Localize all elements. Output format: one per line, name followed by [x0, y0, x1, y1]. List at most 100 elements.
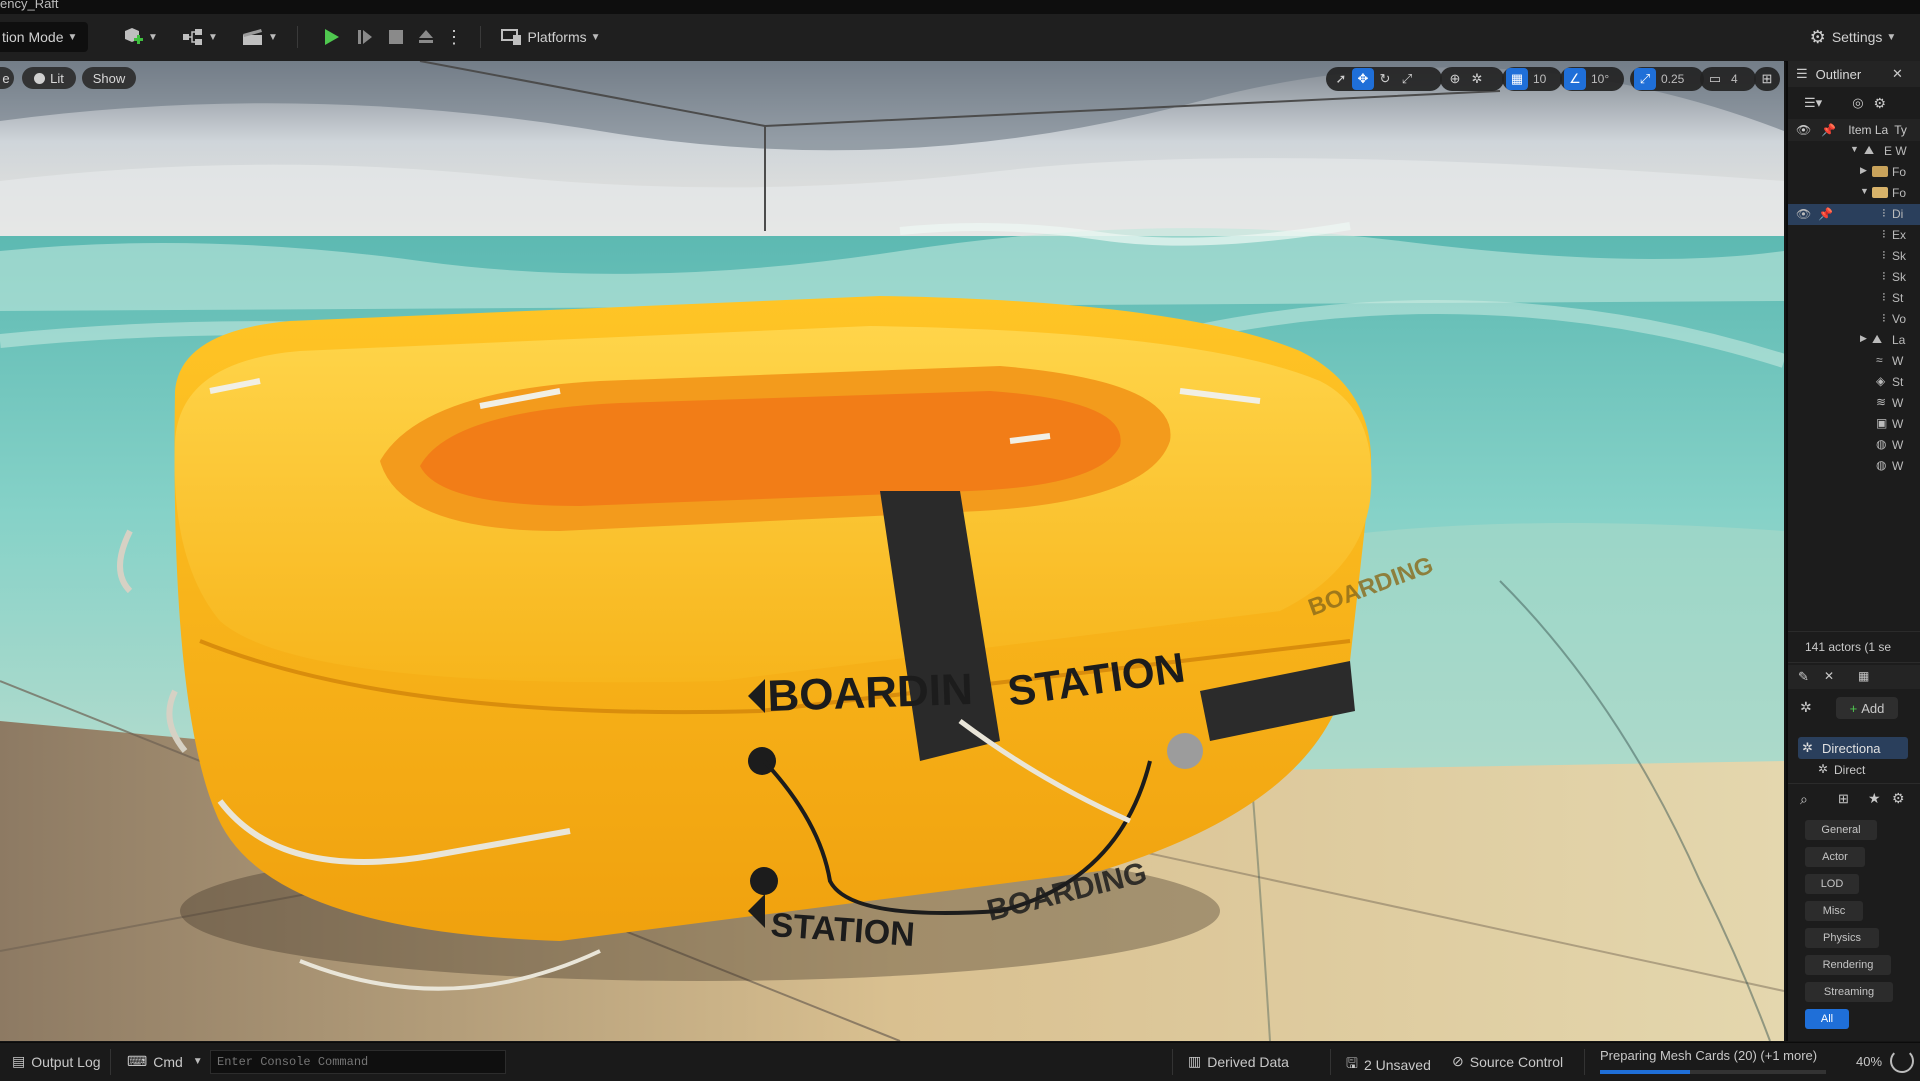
play-button[interactable]	[318, 22, 344, 52]
select-icon[interactable]: ➚	[1330, 68, 1352, 90]
cmd-label: Cmd	[153, 1053, 183, 1070]
water-icon: ◍	[1876, 437, 1887, 451]
outliner-row[interactable]: ▼ Fo	[1788, 183, 1920, 204]
search-icon[interactable]: ⌕	[1800, 791, 1808, 808]
expand-arrow-icon[interactable]: ▼	[1850, 144, 1859, 154]
outliner-row[interactable]: ⁝ Sk	[1788, 246, 1920, 267]
outliner-row[interactable]: ≈ W	[1788, 351, 1920, 372]
unsaved-label: 2 Unsaved	[1363, 1057, 1431, 1073]
water-icon: ◍	[1876, 458, 1887, 472]
column-type-label[interactable]: Ty	[1894, 123, 1907, 137]
water-icon: ≈	[1876, 353, 1883, 367]
outliner-row-label: W	[1892, 459, 1904, 473]
category-streaming[interactable]: Streaming	[1805, 982, 1893, 1002]
outliner-row[interactable]: ⁝ Vo	[1788, 309, 1920, 330]
outliner-row[interactable]: ⁝ St	[1788, 288, 1920, 309]
outliner-row[interactable]: ◍ W	[1788, 435, 1920, 456]
grid-snap-icon[interactable]: ▦	[1506, 68, 1528, 90]
outliner-row[interactable]: ▣ W	[1788, 414, 1920, 435]
folder-icon	[1872, 166, 1888, 177]
console-input[interactable]	[210, 1050, 506, 1074]
more-options-icon[interactable]: ⋮	[445, 22, 463, 52]
outliner-row[interactable]: ⁝ Sk	[1788, 267, 1920, 288]
world-settings-icon[interactable]: ▦	[1858, 669, 1869, 683]
derived-data-button[interactable]: ▥ Derived Data	[1188, 1053, 1289, 1070]
add-filter-icon[interactable]: ◎	[1852, 95, 1863, 111]
coordinate-tools: ⊕ ✲	[1440, 67, 1504, 91]
world-space-icon[interactable]: ⊕	[1444, 68, 1466, 90]
add-component-button[interactable]: + Add	[1836, 697, 1898, 719]
settings-button[interactable]: ⚙ Settings ▼	[1803, 22, 1903, 52]
filter-icon[interactable]: ☰▾	[1804, 95, 1822, 111]
play-icon	[325, 29, 339, 45]
category-physics[interactable]: Physics	[1805, 928, 1879, 948]
angle-snap-icon[interactable]: ∠	[1564, 68, 1586, 90]
add-actor-button[interactable]: ▼	[118, 22, 162, 52]
outliner-row[interactable]: ⁝ Ex	[1788, 225, 1920, 246]
outliner-row-selected[interactable]: 👁 📌 ⁝ Di	[1788, 204, 1920, 225]
component-tree-root[interactable]: ✲ Directiona	[1798, 737, 1908, 759]
progress-indicator[interactable]: Preparing Mesh Cards (20) (+1 more)	[1598, 1047, 1828, 1077]
output-log-button[interactable]: ▤ Output Log	[12, 1053, 101, 1070]
camera-icon[interactable]: ▭	[1704, 68, 1726, 90]
source-control-button[interactable]: ⊘ Source Control	[1452, 1053, 1563, 1070]
column-item-label[interactable]: Item La	[1848, 123, 1888, 137]
scale-icon[interactable]: ⤢	[1396, 68, 1418, 90]
blueprint-button[interactable]: ▼	[178, 22, 222, 52]
grid-snap[interactable]: ▦ 10	[1502, 67, 1562, 91]
gear-icon[interactable]: ⚙	[1892, 790, 1905, 807]
property-matrix-icon[interactable]: ⊞	[1838, 791, 1849, 807]
outliner-row[interactable]: ≋ W	[1788, 393, 1920, 414]
visibility-column-icon[interactable]: 👁	[1796, 123, 1811, 137]
category-all[interactable]: All	[1805, 1009, 1849, 1029]
gear-icon[interactable]: ⚙	[1874, 95, 1887, 112]
rotate-icon[interactable]: ↻	[1374, 68, 1396, 90]
component-tree-child[interactable]: ✲ Direct	[1818, 761, 1908, 777]
mode-selector[interactable]: tion Mode ▼	[0, 22, 88, 52]
viewport-layout-button[interactable]: ⊞	[1754, 67, 1780, 91]
outliner-filter-bar: ☰▾ ◎ ⚙	[1788, 89, 1920, 117]
grid-snap-value: 10	[1533, 72, 1547, 86]
surface-snap-icon[interactable]: ✲	[1466, 68, 1488, 90]
outliner-row[interactable]: ▶ Fo	[1788, 162, 1920, 183]
outliner-title: Outliner	[1815, 66, 1862, 82]
close-icon[interactable]: ✕	[1824, 669, 1834, 683]
details-tab[interactable]: ✎ ✕ ▦	[1788, 665, 1920, 689]
camera-speed[interactable]: ▭ 4	[1700, 67, 1756, 91]
cinematics-button[interactable]: ▼	[238, 22, 282, 52]
scale-snap[interactable]: ⤢ 0.25	[1630, 67, 1704, 91]
expand-arrow-icon[interactable]: ▶	[1860, 165, 1867, 176]
category-general[interactable]: General	[1805, 820, 1877, 840]
outliner-row[interactable]: ◈ St	[1788, 372, 1920, 393]
outliner-row[interactable]: ▶ ⛰ La	[1788, 330, 1920, 351]
visibility-icon[interactable]: 👁	[1796, 207, 1811, 221]
outliner-row[interactable]: ▼ ⛰ E W	[1788, 141, 1920, 162]
view-mode-button[interactable]: Lit	[22, 67, 76, 89]
show-button[interactable]: Show	[82, 67, 136, 89]
scale-snap-icon[interactable]: ⤢	[1634, 68, 1656, 90]
unsaved-button[interactable]: 🖫 2 Unsaved	[1346, 1053, 1431, 1077]
category-actor[interactable]: Actor	[1805, 847, 1865, 867]
mode-label: tion Mode	[2, 29, 64, 45]
platforms-button[interactable]: Platforms ▼	[498, 22, 604, 52]
level-viewport[interactable]: BOARDIN STATION BOARDING STATION BOARDIN…	[0, 61, 1784, 1041]
category-lod[interactable]: LOD	[1805, 874, 1859, 894]
eject-button[interactable]	[413, 22, 439, 52]
expand-arrow-icon[interactable]: ▼	[1860, 186, 1869, 196]
stop-button[interactable]	[383, 22, 409, 52]
close-icon[interactable]: ✕	[1892, 66, 1903, 82]
pin-column-icon[interactable]: 📌	[1821, 123, 1836, 137]
category-rendering[interactable]: Rendering	[1805, 955, 1891, 975]
translate-icon[interactable]: ✥	[1352, 68, 1374, 90]
outliner-tab[interactable]: ☰ Outliner ✕	[1788, 61, 1920, 87]
expand-arrow-icon[interactable]: ▶	[1860, 333, 1867, 344]
chevron-down-icon: ▼	[148, 31, 158, 43]
pin-icon[interactable]: 📌	[1818, 207, 1833, 221]
outliner-row-label: Vo	[1892, 312, 1907, 326]
cmd-selector[interactable]: ⌨ Cmd ▼	[127, 1053, 203, 1070]
advance-frame-button[interactable]	[352, 22, 378, 52]
angle-snap[interactable]: ∠ 10°	[1560, 67, 1624, 91]
category-misc[interactable]: Misc	[1805, 901, 1863, 921]
favorites-star-icon[interactable]: ★	[1868, 790, 1881, 807]
outliner-row[interactable]: ◍ W	[1788, 456, 1920, 477]
